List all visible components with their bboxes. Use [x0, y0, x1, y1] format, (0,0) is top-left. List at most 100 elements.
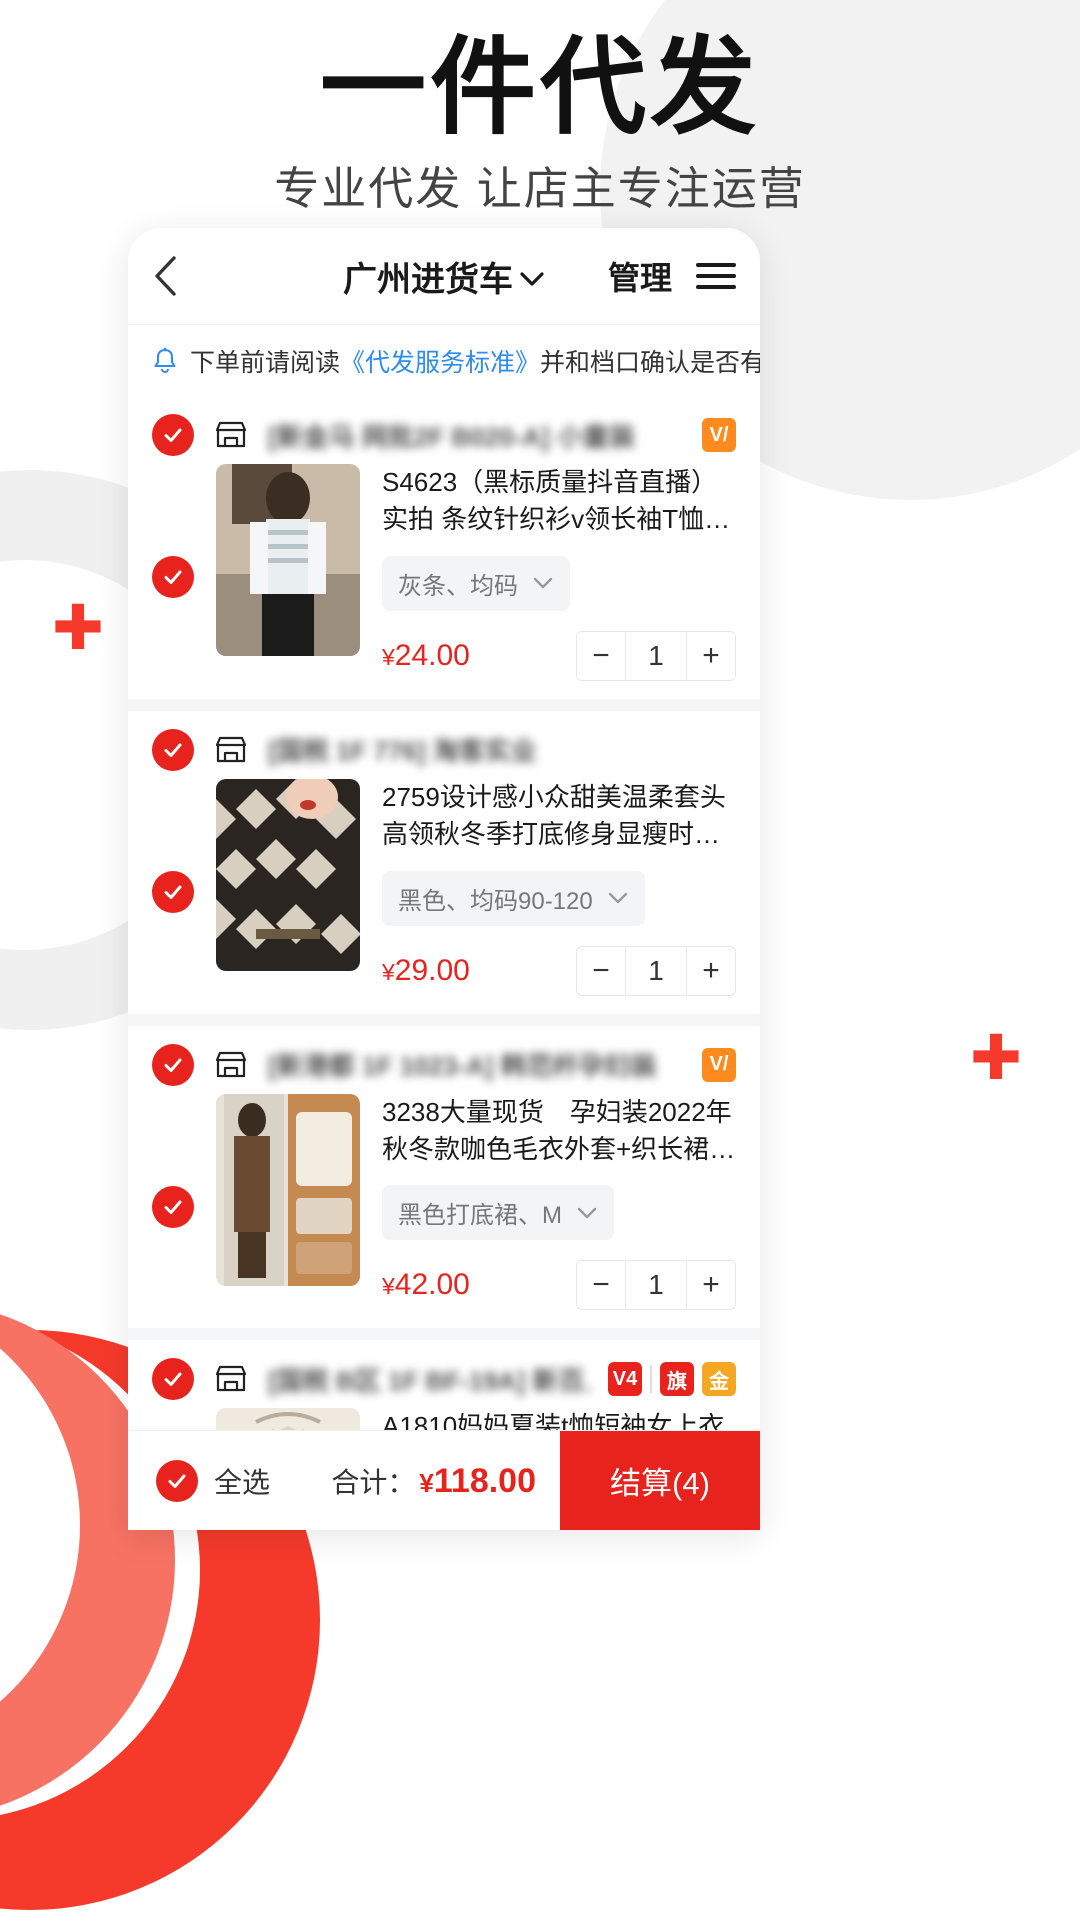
shop-header-row[interactable]: [新港都 1F 1023-A] 韩范杆孕妇装 V/ — [128, 1026, 760, 1094]
product-info: 2759设计感小众甜美温柔套头高领秋冬季打底修身显瘦时尚百搭毛衣 黑色、均码90… — [382, 779, 736, 996]
product-checkbox-wrap — [152, 464, 194, 598]
price-value: 29.00 — [394, 953, 470, 987]
currency-symbol: ¥ — [419, 1467, 434, 1498]
shop-name: [新港都 1F 1023-A] 韩范杆孕妇装 — [268, 1051, 657, 1082]
quantity-value[interactable]: 1 — [625, 631, 687, 680]
storefront-icon — [212, 1046, 250, 1084]
hamburger-line — [696, 285, 736, 289]
product-thumbnail[interactable] — [216, 464, 360, 656]
quantity-stepper[interactable]: − 1 + — [576, 630, 736, 681]
product-thumbnail[interactable] — [216, 1093, 360, 1286]
cart-item-card: [国税 1F 776] 淘客实业 2759设计感小众甜美温柔套头高领秋冬季打底修… — [128, 710, 760, 1014]
shop-checkbox[interactable] — [152, 1358, 194, 1401]
cart-item-card: [新港都 1F 1023-A] 韩范杆孕妇装 V/ 3238大量现货 孕妇装20… — [128, 1025, 760, 1329]
manage-button[interactable]: 管理 — [608, 253, 672, 299]
price-value: 24.00 — [394, 638, 470, 672]
product-price: ¥24.00 — [382, 639, 470, 673]
select-all-label: 全选 — [214, 1466, 271, 1498]
quantity-increase-button[interactable]: + — [687, 946, 735, 995]
price-and-quantity-row: ¥29.00 − 1 + — [382, 945, 736, 996]
product-image — [216, 778, 360, 971]
product-spec-selector[interactable]: 灰条、均码 — [382, 555, 570, 611]
chevron-down-icon — [519, 257, 545, 296]
phone-mockup: 广州进货车 管理 下单前请阅读《代发服务标准》并和档口确认是否有 [新金马 网批… — [128, 228, 760, 1530]
quantity-value[interactable]: 1 — [625, 946, 687, 995]
product-spec-selector[interactable]: 黑色、均码90-120 — [382, 870, 645, 926]
shop-checkbox[interactable] — [152, 1043, 194, 1086]
notice-text: 下单前请阅读《代发服务标准》并和档口确认是否有货！ — [190, 343, 760, 379]
product-row: S4623（黑标质量抖音直播）实拍 条纹针织衫v领长袖T恤打底衫设计感拼接灯笼袖… — [128, 464, 760, 681]
notice-text-before: 下单前请阅读 — [190, 348, 341, 377]
cart-item-list[interactable]: [新金马 网批2F B020-A] 小童装 V/ S4623（黑标质量抖音直播）… — [128, 396, 760, 1530]
cart-bottom-bar: 全选 合计： ¥118.00 结算(4) — [128, 1430, 760, 1530]
price-and-quantity-row: ¥24.00 − 1 + — [382, 630, 736, 681]
product-spec-text: 黑色打底裙、M — [398, 1202, 562, 1230]
total-value: 118.00 — [433, 1461, 536, 1500]
quantity-decrease-button[interactable]: − — [577, 946, 625, 995]
product-row: 3238大量现货 孕妇装2022年秋冬款咖色毛衣外套+织长裙孕妇两件套装 黑色打… — [128, 1093, 760, 1311]
total-label: 合计： — [331, 1466, 416, 1498]
quantity-increase-button[interactable]: + — [687, 631, 735, 680]
quantity-value[interactable]: 1 — [625, 1261, 687, 1310]
shop-checkbox[interactable] — [152, 728, 194, 771]
currency-symbol: ¥ — [382, 1273, 395, 1300]
shop-badges: V/ — [702, 1047, 736, 1082]
select-all-control[interactable]: 全选 — [156, 1459, 271, 1502]
shop-checkbox[interactable] — [152, 414, 194, 456]
hamburger-menu-icon[interactable] — [696, 263, 736, 289]
check-icon — [164, 743, 182, 757]
product-title[interactable]: 2759设计感小众甜美温柔套头高领秋冬季打底修身显瘦时尚百搭毛衣 — [382, 779, 736, 853]
total-amount: ¥118.00 — [419, 1462, 536, 1501]
quantity-stepper[interactable]: − 1 + — [576, 1260, 736, 1311]
notice-banner: 下单前请阅读《代发服务标准》并和档口确认是否有货！ — [128, 324, 760, 396]
shop-header-row[interactable]: [国税 1F 776] 淘客实业 — [128, 711, 760, 779]
product-title[interactable]: S4623（黑标质量抖音直播）实拍 条纹针织衫v领长袖T恤打底衫设计感拼接灯笼袖… — [382, 464, 736, 538]
notice-link[interactable]: 《代发服务标准》 — [340, 349, 540, 377]
product-checkbox[interactable] — [152, 1185, 194, 1228]
back-button[interactable] — [152, 255, 194, 297]
app-navbar: 广州进货车 管理 — [128, 228, 760, 324]
check-icon — [164, 1200, 182, 1214]
product-thumbnail[interactable] — [216, 778, 360, 971]
notice-text-after: 并和档口确认是否有货！ — [540, 348, 760, 377]
product-checkbox[interactable] — [152, 556, 194, 598]
quantity-stepper[interactable]: − 1 + — [576, 945, 736, 996]
price-value: 42.00 — [394, 1268, 470, 1302]
shop-badge: V/ — [702, 418, 736, 452]
check-icon — [164, 570, 182, 584]
shop-name: [国税 B区 1F BF-19A] 新百人 ● 上架服有服饰 — [268, 1365, 590, 1396]
product-price: ¥29.00 — [382, 954, 470, 988]
quantity-decrease-button[interactable]: − — [577, 1261, 625, 1310]
hamburger-line — [696, 263, 736, 267]
currency-symbol: ¥ — [382, 958, 395, 985]
shop-badge: 旗 — [660, 1362, 694, 1397]
decorative-plus-left: ✚ — [52, 594, 104, 663]
shop-badges: V/ — [702, 418, 736, 452]
shop-name: [新金马 网批2F B020-A] 小童装 — [268, 421, 635, 452]
check-icon — [164, 1372, 182, 1387]
chevron-left-icon — [155, 256, 176, 296]
product-title[interactable]: 3238大量现货 孕妇装2022年秋冬款咖色毛衣外套+织长裙孕妇两件套装 — [382, 1094, 736, 1168]
product-checkbox[interactable] — [152, 870, 194, 913]
chevron-down-icon — [532, 576, 554, 590]
navbar-actions: 管理 — [608, 253, 736, 299]
check-icon — [168, 1474, 186, 1488]
product-spec-text: 灰条、均码 — [398, 572, 518, 600]
shop-header-row[interactable]: [新金马 网批2F B020-A] 小童装 V/ — [128, 396, 760, 464]
check-icon — [164, 885, 182, 899]
shop-name: [国税 1F 776] 淘客实业 — [268, 736, 537, 767]
cart-item-card: [新金马 网批2F B020-A] 小童装 V/ S4623（黑标质量抖音直播）… — [128, 396, 760, 699]
bell-icon — [152, 347, 178, 375]
quantity-decrease-button[interactable]: − — [577, 631, 625, 680]
checkout-button[interactable]: 结算(4) — [560, 1430, 760, 1530]
decorative-plus-right: ✚ — [970, 1024, 1022, 1093]
product-spec-selector[interactable]: 黑色打底裙、M — [382, 1185, 614, 1241]
select-all-checkbox[interactable] — [156, 1459, 198, 1502]
check-icon — [164, 1058, 182, 1072]
product-price: ¥42.00 — [382, 1268, 470, 1302]
shop-badge: V4 — [608, 1362, 642, 1397]
product-info: 3238大量现货 孕妇装2022年秋冬款咖色毛衣外套+织长裙孕妇两件套装 黑色打… — [382, 1094, 736, 1311]
product-info: S4623（黑标质量抖音直播）实拍 条纹针织衫v领长袖T恤打底衫设计感拼接灯笼袖… — [382, 464, 736, 681]
shop-header-row[interactable]: [国税 B区 1F BF-19A] 新百人 ● 上架服有服饰 V4 旗 金 — [128, 1340, 760, 1408]
quantity-increase-button[interactable]: + — [687, 1261, 735, 1310]
